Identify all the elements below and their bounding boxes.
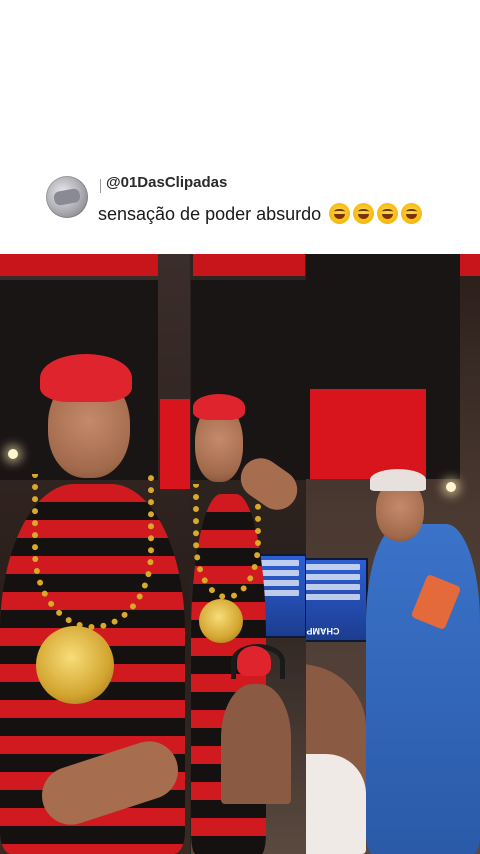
post-header: @01DasClipadas sensação de poder absurdo [0,0,480,254]
caption-text: sensação de poder absurdo [98,204,322,224]
video-player[interactable]: CHAMPIONS [0,254,480,854]
video-panel-left [0,254,190,854]
gold-medallion [199,599,243,643]
red-hair [40,354,132,402]
ceiling-light [446,482,456,492]
wall-red-strip [460,254,480,276]
wall-red-strip [0,254,158,276]
seated-person-back [221,684,291,804]
post-caption: sensação de poder absurdo [98,203,423,225]
red-hair [193,394,245,420]
laughing-emoji-icon [377,203,399,224]
header-divider [100,179,101,193]
red-hair [237,646,271,676]
ceiling-light [8,449,18,459]
gold-medallion [36,626,114,704]
video-panel-right: CHAMPIONS [306,254,480,854]
wall-red-panel [160,399,190,489]
avatar[interactable] [46,176,88,218]
laughing-emoji-icon [329,203,351,224]
gold-chain [193,484,261,600]
white-chair [306,754,366,854]
gold-chain [32,474,154,630]
wall-red-strip [193,254,305,276]
laughing-emoji-icon [401,203,423,224]
username[interactable]: @01DasClipadas [106,174,227,191]
avatar-image [52,187,82,207]
wall-red-panel [310,389,426,479]
video-panel-middle [191,254,306,854]
blue-jacket [366,524,480,854]
screen-text: CHAMPIONS [306,626,340,636]
laughing-emoji-icon [353,203,375,224]
white-cap [370,469,426,491]
